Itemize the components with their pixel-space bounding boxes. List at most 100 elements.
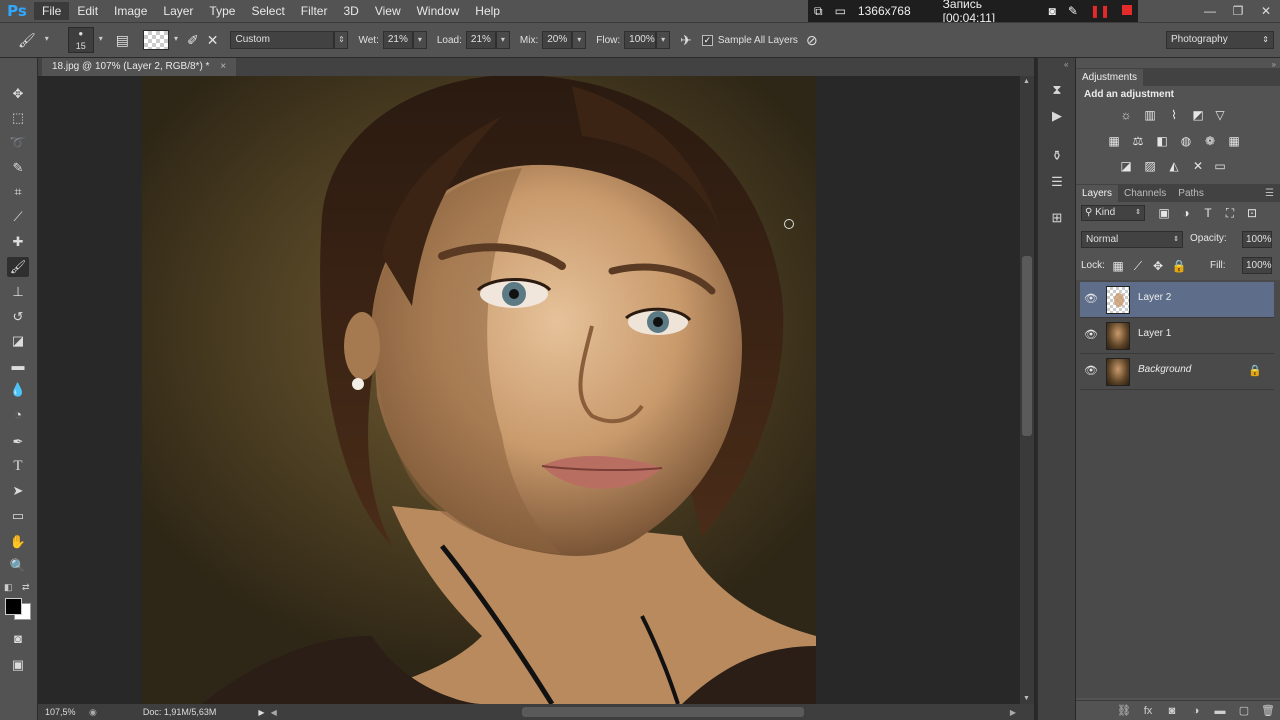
rectangle-tool-icon[interactable]: ▭ (7, 506, 29, 526)
lock-image-icon[interactable]: ⟋ (1130, 259, 1146, 273)
menu-help[interactable]: Help (467, 2, 508, 20)
delete-layer-icon[interactable]: 🗑 (1256, 704, 1280, 717)
lock-all-icon[interactable]: 🔒 (1171, 259, 1187, 273)
canvas-area[interactable] (38, 76, 1020, 704)
scroll-left-icon[interactable]: ◀ (271, 708, 277, 717)
blur-tool-icon[interactable]: 💧 (7, 380, 29, 400)
screen-icon[interactable]: ⧉ (814, 4, 823, 19)
document-tab[interactable]: 18.jpg @ 107% (Layer 2, RGB/8*) * × (42, 58, 237, 76)
brightness-contrast-icon[interactable]: ☼ (1118, 108, 1134, 122)
selective-color-icon[interactable]: ✕ (1190, 159, 1206, 173)
default-colors-icon[interactable]: ◧ (4, 582, 13, 593)
curves-icon[interactable]: ⌇ (1166, 108, 1182, 122)
menu-3d[interactable]: 3D (335, 2, 366, 20)
collapse-icon[interactable]: « (1064, 60, 1068, 69)
load-brush-icon[interactable]: ✐ (187, 32, 199, 49)
layer-row[interactable]: 👁 Background 🔒 (1080, 354, 1274, 390)
wet-field[interactable]: 21% (382, 31, 413, 49)
camera-icon[interactable]: ◙ (1049, 4, 1056, 18)
path-selection-tool-icon[interactable]: ➤ (7, 481, 29, 501)
vertical-scroll-thumb[interactable] (1022, 256, 1032, 436)
new-group-icon[interactable]: ▬ (1208, 705, 1232, 717)
filter-type-icon[interactable]: T (1200, 206, 1216, 220)
status-menu-icon[interactable]: ◉ (89, 707, 97, 718)
opacity-field[interactable]: 100% (1242, 231, 1272, 248)
new-adjustment-layer-icon[interactable]: ◑ (1184, 705, 1208, 717)
chevron-down-icon[interactable]: ▾ (656, 31, 671, 49)
menu-edit[interactable]: Edit (69, 2, 106, 20)
history-brush-tool-icon[interactable]: ↺ (7, 307, 29, 327)
chevron-down-icon[interactable]: ⇕ (334, 31, 349, 49)
current-brush-load-swatch[interactable] (143, 30, 170, 50)
brush-panel-icon[interactable]: ▤ (116, 32, 129, 49)
chevron-down-icon[interactable]: ▾ (495, 31, 510, 49)
menu-file[interactable]: File (34, 2, 70, 20)
zoom-tool-icon[interactable]: 🔍 (7, 556, 29, 576)
healing-brush-tool-icon[interactable]: ✚ (7, 232, 29, 252)
chevron-down-icon[interactable]: ▾ (412, 31, 427, 49)
move-tool-icon[interactable]: ✥ (7, 84, 29, 104)
vertical-scrollbar[interactable]: ▲ ▼ (1020, 76, 1034, 704)
sample-all-layers-checkbox[interactable]: ✓ (701, 34, 713, 46)
filter-pixel-icon[interactable]: ▣ (1156, 206, 1172, 220)
lasso-tool-icon[interactable]: ➰ (7, 133, 29, 153)
photo-filter-icon[interactable]: ◍ (1178, 134, 1194, 148)
filter-smart-object-icon[interactable]: ⊡ (1244, 206, 1260, 220)
foreground-color-swatch[interactable] (5, 598, 22, 615)
stop-icon[interactable] (1122, 4, 1132, 18)
link-layers-icon[interactable]: ⛓ (1112, 704, 1136, 717)
exposure-icon[interactable]: ◩ (1190, 108, 1206, 122)
black-white-icon[interactable]: ◧ (1154, 134, 1170, 148)
fill-field[interactable]: 100% (1242, 257, 1272, 274)
menu-select[interactable]: Select (243, 2, 292, 20)
lock-position-icon[interactable]: ✥ (1150, 259, 1166, 273)
quick-selection-tool-icon[interactable]: ✎ (7, 158, 29, 178)
layer-row[interactable]: 👁 Layer 1 (1080, 318, 1274, 354)
menu-window[interactable]: Window (409, 2, 468, 20)
close-tab-icon[interactable]: × (220, 61, 226, 72)
color-balance-icon[interactable]: ⚖ (1130, 134, 1146, 148)
clean-brush-icon[interactable]: ✕ (207, 32, 219, 49)
gradient-tool-icon[interactable]: ▬ (7, 356, 29, 376)
eyedropper-tool-icon[interactable]: ⟋ (7, 207, 29, 227)
add-mask-icon[interactable]: ◙ (1160, 705, 1184, 717)
tab-adjustments[interactable]: Adjustments (1076, 69, 1144, 86)
chevron-down-icon[interactable]: ▾ (169, 31, 183, 49)
minimize-icon[interactable]: — (1196, 4, 1224, 18)
workspace-select[interactable]: Photography ⇕ (1166, 31, 1274, 49)
brush-presets-icon[interactable]: ⚱ (1047, 146, 1067, 166)
menu-layer[interactable]: Layer (155, 2, 201, 20)
crop-tool-icon[interactable]: ⌗ (7, 182, 29, 202)
actions-panel-icon[interactable]: ▶ (1047, 106, 1067, 126)
mixer-brush-tool-icon[interactable]: 🖌 (7, 257, 29, 277)
zoom-level[interactable]: 107,5% (45, 707, 85, 717)
mix-field[interactable]: 20% (542, 31, 573, 49)
visibility-eye-icon[interactable]: 👁 (1084, 292, 1098, 306)
posterize-icon[interactable]: ▨ (1142, 159, 1158, 173)
clone-stamp-tool-icon[interactable]: ⊥ (7, 282, 29, 302)
menu-type[interactable]: Type (201, 2, 243, 20)
new-layer-icon[interactable]: ▢ (1232, 704, 1256, 717)
restore-icon[interactable]: ❐ (1224, 4, 1252, 18)
visibility-eye-icon[interactable]: 👁 (1084, 328, 1098, 342)
visibility-eye-icon[interactable]: 👁 (1084, 364, 1098, 378)
pen-tool-icon[interactable]: ✒ (7, 432, 29, 452)
portrait-photo[interactable] (142, 76, 816, 704)
blend-mode-select[interactable]: Normal ⇕ (1081, 231, 1183, 248)
flow-field[interactable]: 100% (624, 31, 657, 49)
tab-channels[interactable]: Channels (1118, 185, 1172, 202)
airbrush-icon[interactable]: ✈ (680, 32, 692, 49)
mixer-brush-preset-icon[interactable]: 🖌 (18, 32, 36, 49)
scroll-up-icon[interactable]: ▲ (1023, 78, 1030, 85)
invert-icon[interactable]: ◪ (1118, 159, 1134, 173)
quick-mask-icon[interactable]: ◙ (7, 629, 29, 649)
chevron-down-icon[interactable]: ▾ (94, 31, 108, 49)
pause-icon[interactable]: ❚❚ (1090, 4, 1110, 18)
horizontal-scroll-thumb[interactable] (522, 707, 804, 717)
swap-colors-icon[interactable]: ⇄ (22, 582, 30, 593)
type-tool-icon[interactable]: T (7, 456, 29, 476)
scroll-right-icon[interactable]: ▶ (1010, 708, 1016, 717)
scroll-down-icon[interactable]: ▼ (1023, 695, 1030, 702)
properties-panel-icon[interactable]: ☰ (1047, 172, 1067, 192)
dodge-tool-icon[interactable]: ◔ (7, 405, 29, 425)
